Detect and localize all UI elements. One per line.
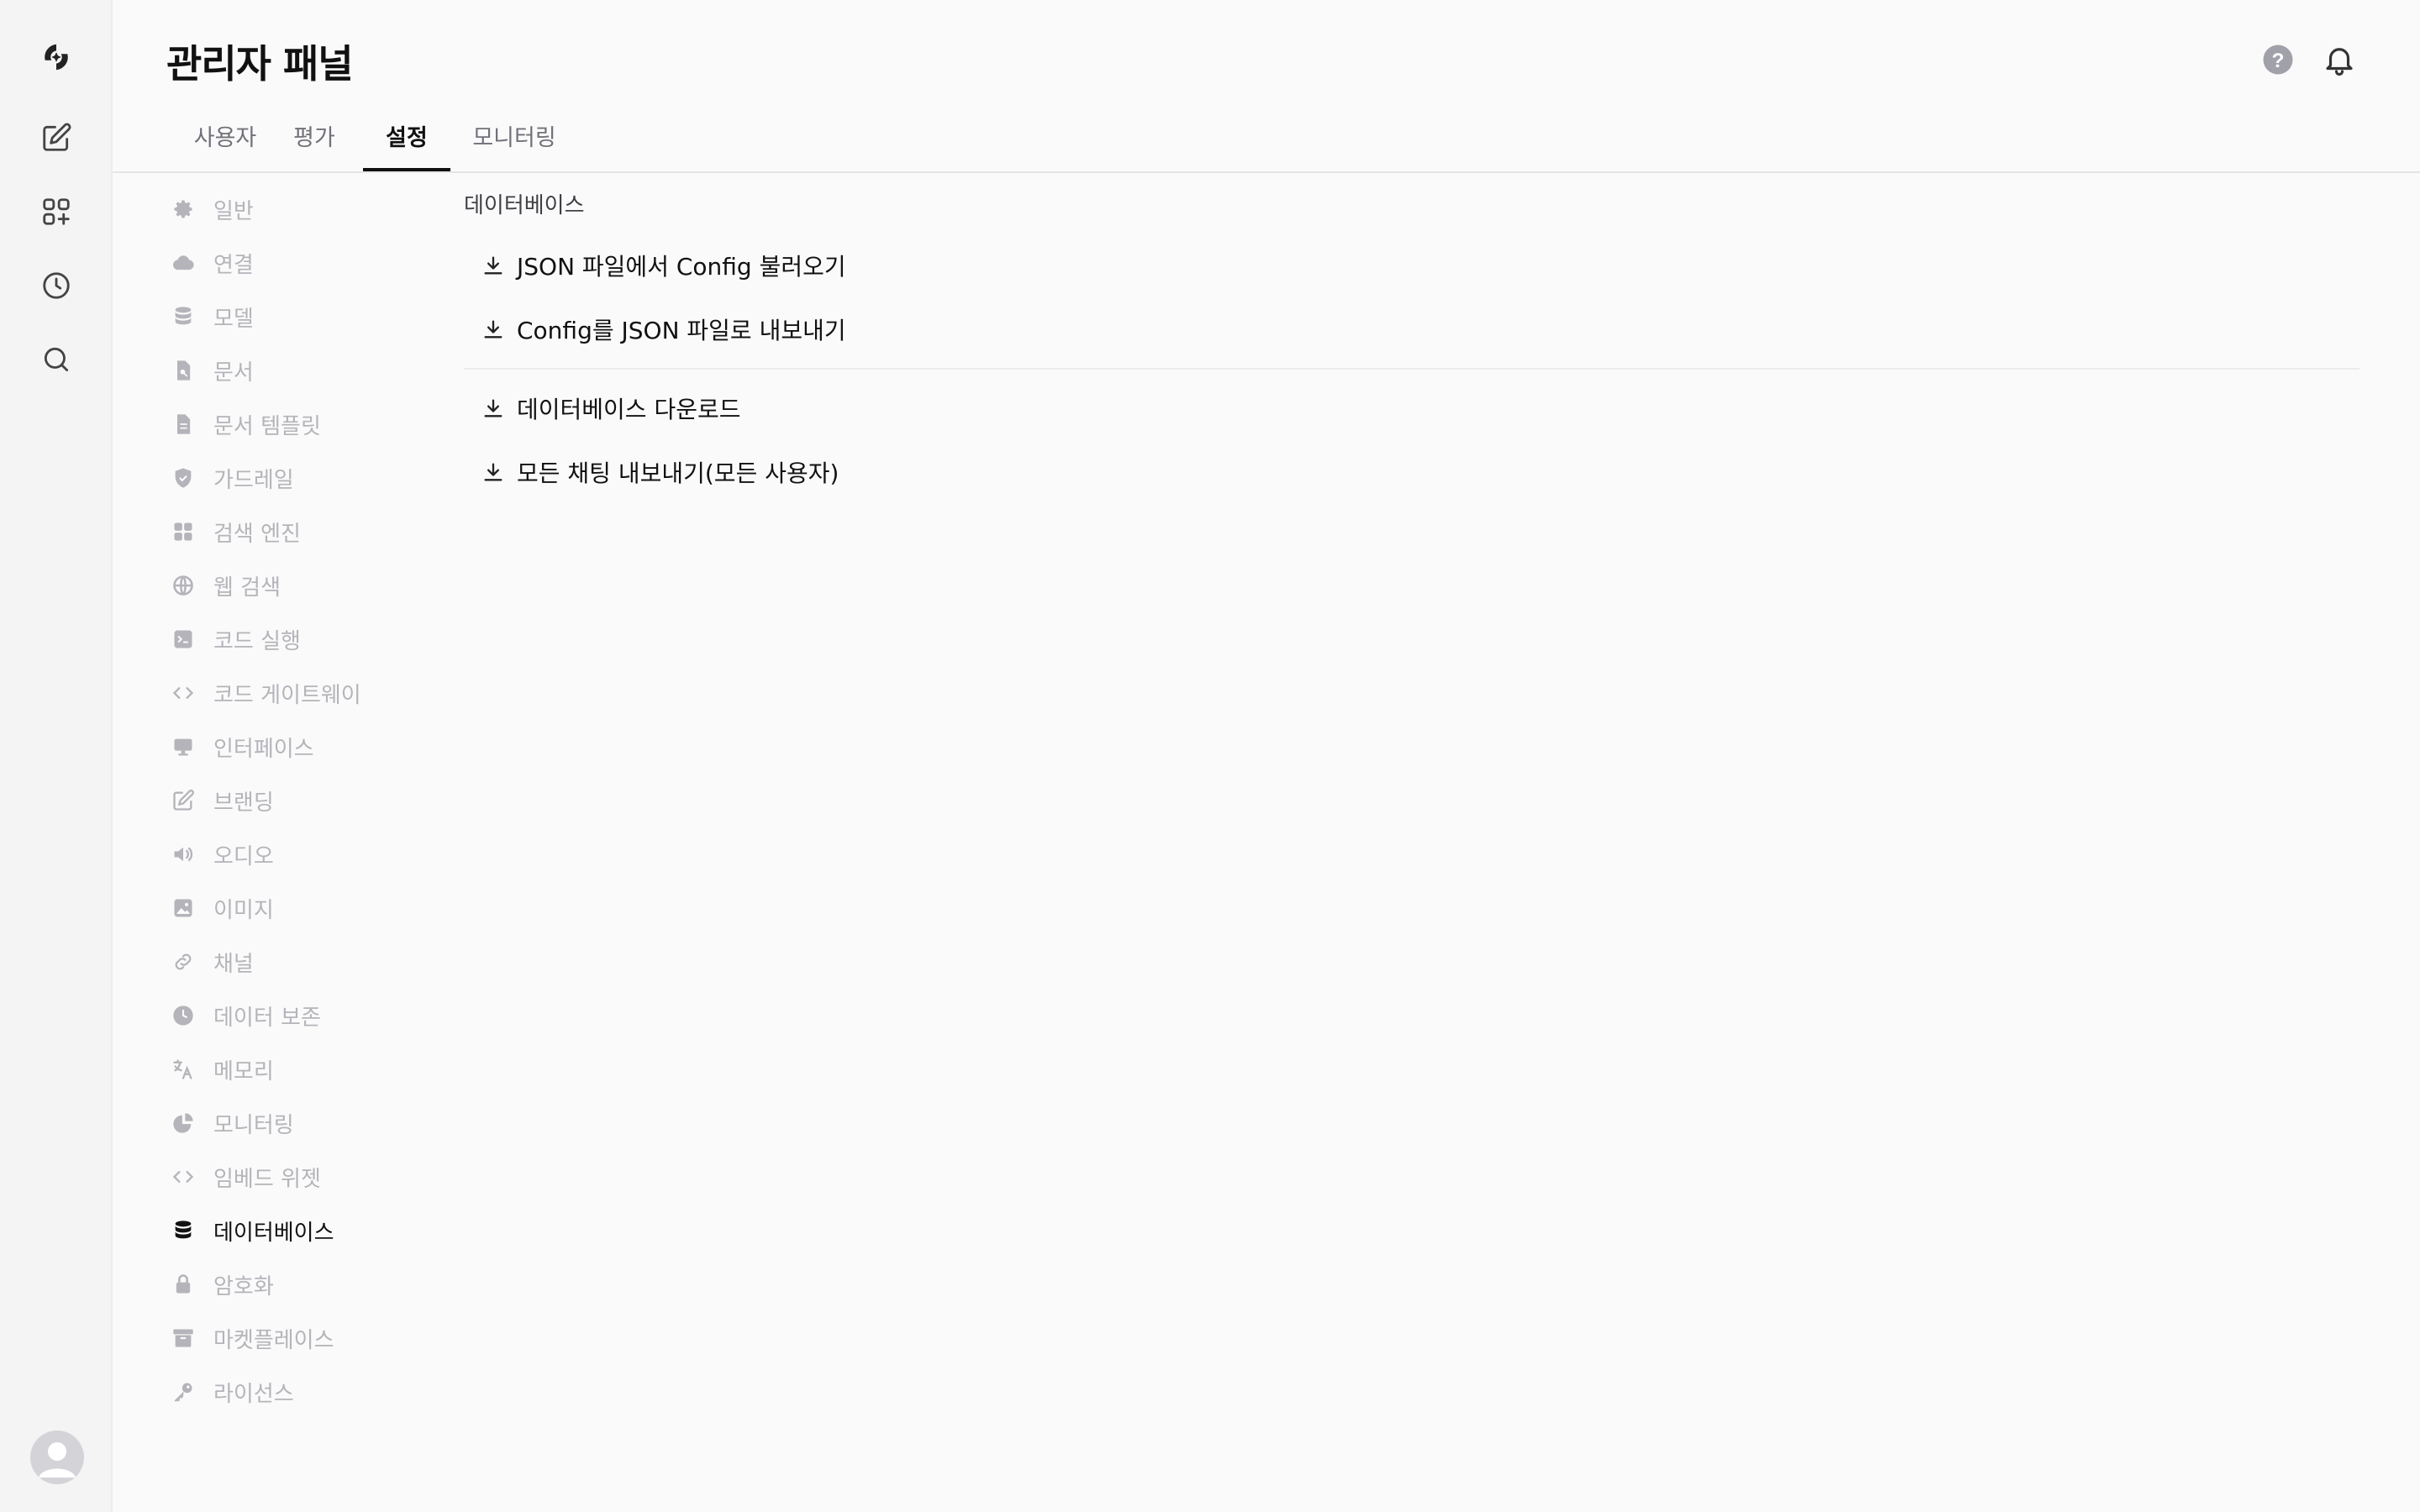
download-icon [484,256,502,275]
divider [464,368,2360,370]
sidebar-item-label: 문서 [213,360,254,386]
speaker-icon [170,841,197,868]
lock-icon [170,1271,197,1298]
sidebar-item-documents[interactable]: 문서 [170,352,254,389]
sidebar-item-label: 암호화 [213,1273,274,1299]
download-database-button[interactable]: 데이터베이스 다운로드 [481,388,741,428]
download-icon [484,320,502,339]
svg-text:?: ? [2272,50,2285,72]
gear-icon [170,196,197,223]
sidebar-item-label: 오디오 [213,843,274,869]
sidebar-item-label: 모델 [213,306,254,332]
sidebar-item-label: 이미지 [213,897,274,923]
sidebar-item-connections[interactable]: 연결 [170,244,254,281]
sidebar-item-code-gateway[interactable]: 코드 게이트웨이 [170,675,361,711]
left-rail [0,0,113,1512]
monitor-icon [170,733,197,760]
sidebar-item-marketplace[interactable]: 마켓플레이스 [170,1320,334,1357]
sidebar-item-audio[interactable]: 오디오 [170,836,274,873]
database-icon [170,303,197,330]
sidebar-item-label: 코드 게이트웨이 [213,682,361,708]
link-icon [170,948,197,975]
user-avatar[interactable] [30,1431,84,1484]
grid-icon [170,518,197,545]
key-icon [170,1378,197,1405]
import-config-button[interactable]: JSON 파일에서 Config 불러오기 [481,245,846,286]
action-label: Config를 JSON 파일로 내보내기 [517,317,846,344]
sidebar-item-web-search[interactable]: 웹 검색 [170,567,281,604]
sidebar-item-channels[interactable]: 채널 [170,943,254,980]
document-icon [170,411,197,438]
database-icon [170,1217,197,1244]
sidebar-item-images[interactable]: 이미지 [170,890,274,927]
sidebar-item-data-retention[interactable]: 데이터 보존 [170,997,321,1034]
sidebar-item-interface[interactable]: 인터페이스 [170,728,314,765]
sidebar-item-monitoring[interactable]: 모니터링 [170,1105,294,1142]
search-icon[interactable] [36,339,76,380]
sidebar-item-encryption[interactable]: 암호화 [170,1266,274,1303]
clock-icon [170,1002,197,1029]
download-icon [484,463,502,481]
action-label: 데이터베이스 다운로드 [517,396,741,423]
action-label: JSON 파일에서 Config 불러오기 [517,253,846,281]
tab-settings[interactable]: 설정 [363,119,450,171]
sidebar-item-label: 임베드 위젯 [213,1166,321,1192]
download-icon [484,399,502,417]
archive-icon [170,1325,197,1352]
globe-icon [170,572,197,599]
sidebar-item-label: 문서 템플릿 [213,413,321,439]
sidebar-item-guardrails[interactable]: 가드레일 [170,459,294,496]
help-icon[interactable]: ? [2260,42,2296,77]
bell-icon[interactable] [2322,42,2357,77]
sidebar-item-label: 데이터베이스 [213,1220,334,1246]
admin-tabs: 사용자 평가 설정 모니터링 [113,111,2420,173]
page-title: 관리자 패널 [166,41,354,87]
workspace-icon[interactable] [36,192,76,232]
history-icon[interactable] [36,265,76,306]
chart-icon [170,1110,197,1137]
code-icon [170,680,197,706]
shield-icon [170,465,197,491]
tab-evaluations[interactable]: 평가 [291,119,338,171]
sidebar-item-branding[interactable]: 브랜딩 [170,782,274,819]
sidebar-item-label: 데이터 보존 [213,1005,321,1031]
sidebar-item-label: 마켓플레이스 [213,1327,334,1353]
sidebar-item-embed-widget[interactable]: 임베드 위젯 [170,1158,321,1195]
sidebar-item-label: 인터페이스 [213,736,314,762]
translate-icon [170,1056,197,1083]
document-search-icon [170,357,197,384]
sidebar-item-label: 메모리 [213,1058,274,1084]
section-title: 데이터베이스 [464,193,585,218]
sidebar-item-label: 코드 실행 [213,628,301,654]
tab-monitoring[interactable]: 모니터링 [472,119,556,171]
sidebar-item-label: 모니터링 [213,1112,294,1138]
sidebar-item-search-engine[interactable]: 검색 엔진 [170,513,301,550]
export-all-chats-button[interactable]: 모든 채팅 내보내기(모든 사용자) [481,452,839,492]
sidebar-item-label: 채널 [213,951,254,977]
export-config-button[interactable]: Config를 JSON 파일로 내보내기 [481,309,846,349]
edit-icon [170,787,197,814]
sidebar-item-label: 일반 [213,198,254,224]
sidebar-item-document-templates[interactable]: 문서 템플릿 [170,406,321,443]
new-chat-icon[interactable] [36,118,76,158]
sidebar-item-label: 라이선스 [213,1381,294,1407]
sidebar-item-label: 연결 [213,252,254,278]
sidebar-item-models[interactable]: 모델 [170,298,254,335]
tab-users[interactable]: 사용자 [192,119,259,171]
app-logo-icon[interactable] [36,37,76,77]
sidebar-item-label: 검색 엔진 [213,521,301,547]
cloud-icon [170,249,197,276]
sidebar-item-label: 웹 검색 [213,575,281,601]
image-icon [170,895,197,921]
action-label: 모든 채팅 내보내기(모든 사용자) [517,459,839,487]
sidebar-item-general[interactable]: 일반 [170,191,254,228]
sidebar-item-label: 가드레일 [213,467,294,493]
sidebar-item-license[interactable]: 라이선스 [170,1373,294,1410]
sidebar-item-code-execution[interactable]: 코드 실행 [170,621,301,658]
sidebar-item-label: 브랜딩 [213,790,274,816]
code-icon [170,1163,197,1190]
sidebar-item-database[interactable]: 데이터베이스 [170,1212,334,1249]
terminal-icon [170,626,197,653]
sidebar-item-memory[interactable]: 메모리 [170,1051,274,1088]
